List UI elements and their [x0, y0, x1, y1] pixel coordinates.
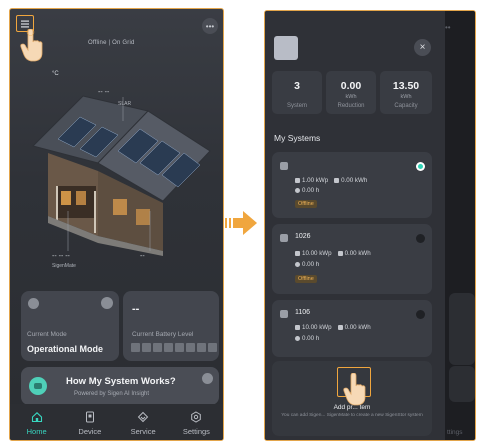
system-power: 1.00 kWp — [295, 177, 328, 184]
system-energy: 0.00 kWh — [334, 177, 367, 184]
shadow-nav-label: ttings — [447, 429, 463, 436]
system-hours: 0.00 h — [295, 335, 319, 342]
stat-system: 3 System — [272, 71, 322, 114]
system-energy: 0.00 kWh — [337, 324, 371, 331]
system-name: 1026 — [295, 233, 311, 240]
solar-icon — [295, 250, 300, 256]
system-power: 10.00 kWp — [295, 250, 332, 257]
nav-device[interactable]: Device — [65, 411, 115, 436]
energy-icon — [334, 177, 340, 183]
how-system-works-card[interactable]: How My System Works? Powered by Sigen AI… — [21, 367, 219, 405]
robot-icon — [29, 377, 47, 395]
system-icon — [280, 162, 288, 170]
connection-status: Offline | On Grid — [88, 40, 135, 46]
status-badge: Offline — [295, 200, 317, 208]
nav-settings[interactable]: Settings — [171, 410, 221, 436]
dimmed-background[interactable]: •• ttings — [445, 11, 475, 440]
stat-reduction-label: Reduction — [337, 103, 365, 109]
nav-settings-label: Settings — [182, 426, 210, 436]
system-select-radio[interactable] — [416, 162, 425, 171]
system-card[interactable]: 1106 10.00 kWp 0.00 kWh 0.00 h — [272, 300, 432, 357]
nav-home[interactable]: Home — [12, 411, 62, 436]
stat-capacity: 13.50 kWh Capacity — [380, 71, 432, 114]
stat-system-label: System — [286, 103, 307, 109]
clock-icon — [295, 187, 300, 193]
service-icon — [137, 411, 149, 422]
mode-card-close-icon[interactable] — [101, 297, 113, 309]
battery-label: Current Battery Level — [132, 331, 194, 338]
transition-arrow-icon — [225, 211, 257, 235]
system-card[interactable]: 1026 10.00 kWp 0.00 kWh 0.00 h Offline — [272, 224, 432, 294]
house-label-right-value: -- — [140, 253, 145, 260]
mode-card[interactable]: Current Mode Operational Mode — [21, 291, 119, 361]
nav-service-label: Service — [130, 426, 156, 436]
house-label-left-name: SigenMate — [52, 263, 76, 269]
how-system-works-title: How My System Works? — [66, 376, 176, 387]
stat-reduction-unit: kWh — [345, 94, 357, 100]
my-systems-title: My Systems — [274, 133, 321, 143]
energy-icon — [337, 324, 343, 330]
device-icon — [85, 411, 94, 422]
system-select-radio[interactable] — [416, 234, 425, 243]
system-select-radio[interactable] — [416, 310, 425, 319]
system-icon — [280, 310, 288, 318]
stat-system-value: 3 — [294, 80, 300, 92]
system-power: 10.00 kWp — [295, 324, 332, 331]
system-card[interactable]: 1.00 kWp 0.00 kWh 0.00 h Offline — [272, 152, 432, 218]
house-label-solar: SLAR — [118, 101, 132, 107]
mode-value: Operational Mode — [27, 344, 104, 354]
systems-drawer: × 3 System 0.00 kWh Reduction 13.50 kWh … — [265, 11, 445, 440]
tap-hand-icon — [343, 373, 366, 406]
house-illustration — [32, 95, 211, 256]
systems-screen: •• ttings × 3 System 0.00 kWh Reduction … — [264, 10, 476, 441]
clock-icon — [295, 261, 300, 267]
battery-value: -- — [132, 303, 140, 315]
nav-device-label: Device — [78, 426, 102, 436]
system-icon — [280, 234, 288, 242]
clock-icon — [295, 335, 300, 341]
how-system-works-subtitle: Powered by Sigen AI Insight — [74, 391, 150, 397]
home-icon — [31, 411, 42, 422]
menu-icon — [21, 20, 29, 27]
add-system-subtitle: You can add Sigen... SigenMate to create… — [281, 413, 423, 418]
close-drawer-button[interactable]: × — [414, 39, 431, 56]
nav-service[interactable]: Service — [118, 411, 168, 436]
stat-capacity-label: Capacity — [394, 103, 418, 109]
settings-icon — [191, 410, 202, 423]
nav-home-label: Home — [26, 426, 47, 436]
status-badge: Offline — [295, 275, 317, 283]
stat-capacity-unit: kWh — [400, 94, 412, 100]
bottom-nav: Home Device Service Settings — [10, 404, 223, 440]
more-options-button[interactable]: ••• — [202, 18, 218, 34]
how-card-close-icon[interactable] — [202, 373, 213, 384]
battery-level-bars — [131, 343, 217, 352]
stat-reduction: 0.00 kWh Reduction — [326, 71, 376, 114]
mode-icon — [28, 298, 39, 309]
stat-capacity-value: 13.50 — [392, 80, 420, 92]
avatar[interactable] — [274, 36, 298, 60]
battery-card[interactable]: -- Current Battery Level — [123, 291, 219, 361]
home-screen: Offline | On Grid ••• °C -- -- SLAR -- -… — [9, 8, 224, 441]
system-energy: 0.00 kWh — [337, 250, 371, 257]
tap-hand-icon — [20, 29, 43, 62]
system-name: 1106 — [295, 309, 311, 316]
energy-icon — [337, 250, 343, 256]
stat-reduction-value: 0.00 — [340, 80, 362, 92]
mode-label: Current Mode — [27, 331, 67, 338]
solar-icon — [295, 177, 300, 183]
system-hours: 0.00 h — [295, 187, 319, 194]
system-hours: 0.00 h — [295, 261, 319, 268]
solar-icon — [295, 324, 300, 330]
house-label-left-value: -- -- -- — [52, 253, 70, 260]
temperature: °C — [52, 71, 59, 77]
house-label-top: -- -- — [98, 89, 110, 96]
